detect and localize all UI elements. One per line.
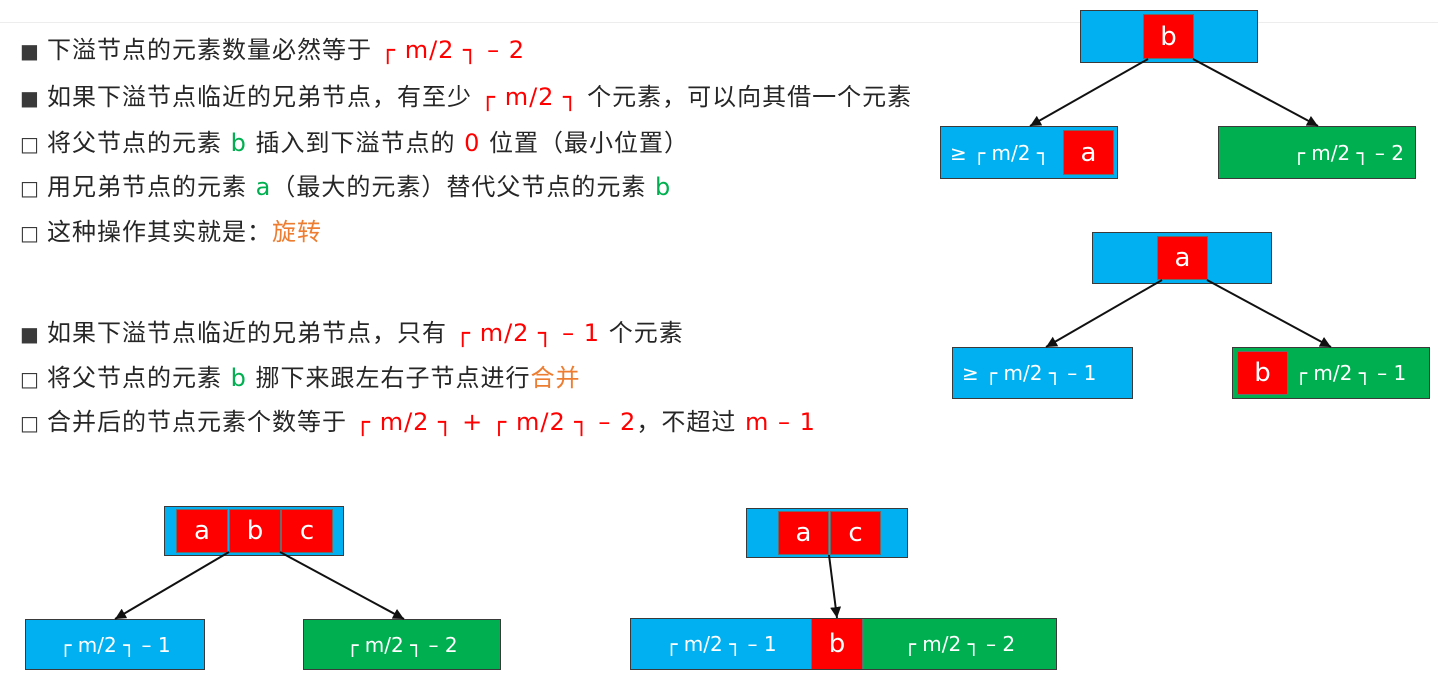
statement-text: 插入到下溢节点的 bbox=[246, 129, 465, 157]
sub-bullet-insert-parent-key: □ 将父节点的元素 b 插入到下溢节点的 0 位置（最小位置） bbox=[20, 126, 689, 160]
variable-text: a bbox=[255, 173, 272, 201]
merge-before-parent-node: a b c bbox=[164, 506, 344, 556]
statement-text: 这种操作其实就是： bbox=[47, 218, 272, 246]
term-text: 合并 bbox=[530, 364, 581, 392]
key-cell: a bbox=[1063, 130, 1114, 175]
variable-text: b bbox=[230, 364, 247, 392]
rotation-before-left-child-node: ≥ ┌ m/2 ┐ a bbox=[940, 126, 1118, 179]
rotation-after-edge-left bbox=[1045, 279, 1163, 348]
key-cell: a bbox=[1157, 236, 1208, 280]
node-size-label: ┌ m/2 ┐ – 2 bbox=[346, 632, 458, 657]
statement-text: （最大的元素）替代父节点的元素 bbox=[271, 173, 655, 201]
node-size-label: ≥ ┌ m/2 ┐ – 1 bbox=[962, 361, 1097, 385]
merge-after-edge bbox=[828, 554, 842, 619]
key-cell: b bbox=[1237, 351, 1288, 395]
merge-before-edge-right bbox=[279, 551, 405, 620]
rotation-before-edge-right bbox=[1192, 58, 1319, 127]
index-text: 0 bbox=[464, 129, 481, 157]
merge-before-left-child-node: ┌ m/2 ┐ – 1 bbox=[25, 619, 205, 670]
formula-text: ┌ m/2 ┐ – 2 bbox=[380, 36, 526, 64]
sub-bullet-marker: □ bbox=[20, 367, 39, 391]
key-cell: c bbox=[830, 511, 881, 555]
formula-text: ┌ m/2 ┐ + ┌ m/2 ┐ – 2 bbox=[355, 408, 637, 436]
key-cell: c bbox=[281, 509, 333, 553]
rotation-before-right-child-node: ┌ m/2 ┐ – 2 bbox=[1218, 126, 1416, 179]
rotation-after-parent-node: a bbox=[1092, 232, 1272, 284]
key-cell: a bbox=[778, 511, 829, 555]
node-size-label: ┌ m/2 ┐ – 1 bbox=[1295, 361, 1407, 385]
key-cell: b bbox=[229, 509, 281, 553]
statement-text: 下溢节点的元素数量必然等于 bbox=[47, 36, 381, 64]
statement-text: 合并后的节点元素个数等于 bbox=[47, 408, 356, 436]
sub-bullet-marker: □ bbox=[20, 221, 39, 245]
node-size-label: ┌ m/2 ┐ – 2 bbox=[903, 632, 1016, 656]
bullet-sibling-can-lend: ■ 如果下溢节点临近的兄弟节点，有至少 ┌ m/2 ┐ 个元素，可以向其借一个元… bbox=[20, 80, 912, 114]
statement-text: 用兄弟节点的元素 bbox=[47, 173, 256, 201]
merged-left-part: ┌ m/2 ┐ – 1 bbox=[631, 619, 811, 669]
rotation-after-left-child-node: ≥ ┌ m/2 ┐ – 1 bbox=[952, 347, 1133, 399]
node-size-label: ┌ m/2 ┐ – 2 bbox=[1292, 140, 1404, 165]
formula-text: m – 1 bbox=[744, 408, 816, 436]
statement-text: ，不超过 bbox=[636, 408, 745, 436]
sub-bullet-marker: □ bbox=[20, 132, 39, 156]
term-text: 旋转 bbox=[272, 218, 322, 246]
statement-text: 将父节点的元素 bbox=[47, 129, 231, 157]
statement-text: 个元素 bbox=[600, 319, 684, 347]
node-size-label: ┌ m/2 ┐ – 1 bbox=[59, 632, 171, 657]
formula-text: ┌ m/2 ┐ – 1 bbox=[455, 319, 601, 347]
rotation-after-edge-right bbox=[1206, 279, 1332, 348]
sub-bullet-merge: □ 将父节点的元素 b 挪下来跟左右子节点进行 合并 bbox=[20, 361, 581, 395]
bullet-underflow-element-count: ■ 下溢节点的元素数量必然等于 ┌ m/2 ┐ – 2 bbox=[20, 33, 525, 67]
variable-text: b bbox=[230, 129, 247, 157]
statement-text: 如果下溢节点临近的兄弟节点，有至少 bbox=[47, 83, 481, 111]
key-cell: a bbox=[176, 509, 228, 553]
merged-right-part: ┌ m/2 ┐ – 2 bbox=[863, 619, 1056, 669]
statement-text: 将父节点的元素 bbox=[47, 364, 231, 392]
statement-text: 挪下来跟左右子节点进行 bbox=[246, 364, 531, 392]
key-cell: b bbox=[811, 619, 863, 669]
sub-bullet-marker: □ bbox=[20, 176, 39, 200]
bullet-marker: ■ bbox=[20, 322, 39, 346]
variable-text: b bbox=[655, 173, 672, 201]
key-cell: b bbox=[1143, 14, 1194, 59]
statement-text: 如果下溢节点临近的兄弟节点，只有 bbox=[47, 319, 456, 347]
bullet-marker: ■ bbox=[20, 86, 39, 110]
rotation-after-right-child-node: b ┌ m/2 ┐ – 1 bbox=[1232, 347, 1430, 399]
merge-before-right-child-node: ┌ m/2 ┐ – 2 bbox=[303, 619, 501, 670]
sub-bullet-merged-size: □ 合并后的节点元素个数等于 ┌ m/2 ┐ + ┌ m/2 ┐ – 2 ，不超… bbox=[20, 405, 816, 439]
statement-text: 个元素，可以向其借一个元素 bbox=[578, 83, 913, 111]
sub-bullet-replace-parent-key: □ 用兄弟节点的元素 a （最大的元素）替代父节点的元素 b bbox=[20, 170, 671, 204]
rotation-before-edge-left bbox=[1029, 58, 1149, 127]
node-size-label: ┌ m/2 ┐ – 1 bbox=[665, 632, 777, 656]
sub-bullet-rotation: □ 这种操作其实就是： 旋转 bbox=[20, 215, 322, 249]
rotation-before-parent-node: b bbox=[1080, 10, 1258, 63]
merge-before-edge-left bbox=[114, 551, 230, 620]
bullet-marker: ■ bbox=[20, 39, 39, 63]
merge-after-merged-node: ┌ m/2 ┐ – 1 b ┌ m/2 ┐ – 2 bbox=[630, 618, 1057, 670]
statement-text: 位置（最小位置） bbox=[480, 129, 690, 157]
bullet-sibling-cannot-lend: ■ 如果下溢节点临近的兄弟节点，只有 ┌ m/2 ┐ – 1 个元素 bbox=[20, 316, 684, 350]
node-size-label: ≥ ┌ m/2 ┐ bbox=[950, 140, 1049, 165]
formula-text: ┌ m/2 ┐ bbox=[480, 83, 579, 111]
sub-bullet-marker: □ bbox=[20, 411, 39, 435]
merge-after-parent-node: a c bbox=[746, 508, 908, 558]
